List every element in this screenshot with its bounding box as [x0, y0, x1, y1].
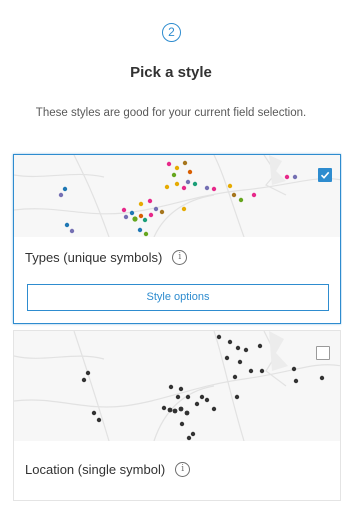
- style-card-types[interactable]: Types (unique symbols) i Style options: [13, 154, 341, 324]
- style-label: Location (single symbol): [25, 462, 166, 477]
- step-number-badge: 2: [162, 23, 181, 42]
- page-description: These styles are good for your current f…: [35, 107, 307, 119]
- style-name-types: Types (unique symbols) i: [25, 250, 188, 265]
- map-preview-image: [14, 155, 340, 237]
- checkmark-icon: [320, 171, 330, 179]
- info-icon[interactable]: i: [175, 462, 191, 477]
- map-preview-types: [14, 155, 340, 237]
- style-card-location[interactable]: Location (single symbol) i: [13, 330, 341, 501]
- style-label: Types (unique symbols): [25, 250, 163, 265]
- page-title: Pick a style: [130, 64, 212, 81]
- style-select-checkbox[interactable]: [318, 168, 332, 182]
- style-select-checkbox[interactable]: [316, 346, 330, 360]
- style-options-button[interactable]: Style options: [27, 284, 329, 311]
- map-preview-image: [14, 331, 340, 441]
- style-name-location: Location (single symbol) i: [25, 462, 191, 477]
- info-icon[interactable]: i: [172, 250, 188, 265]
- map-preview-location: [14, 331, 340, 441]
